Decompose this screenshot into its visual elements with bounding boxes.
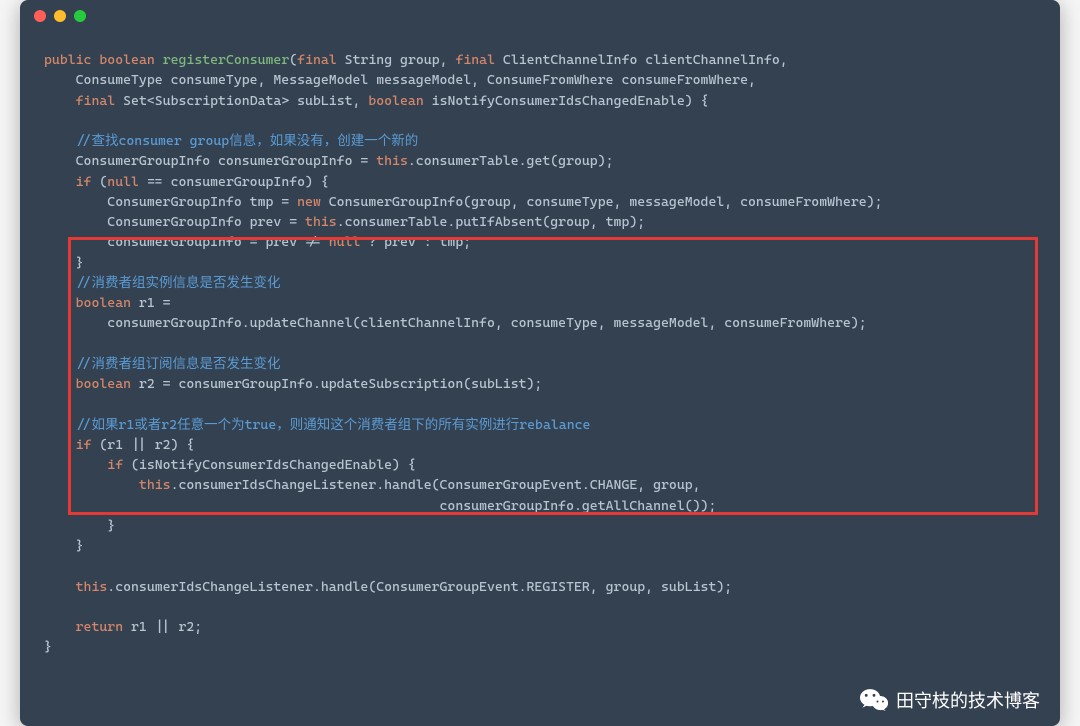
maximize-icon[interactable] xyxy=(74,10,86,22)
close-icon[interactable] xyxy=(34,10,46,22)
type-string: String xyxy=(345,52,392,68)
keyword-return: return xyxy=(76,619,123,635)
keyword-boolean: boolean xyxy=(368,93,423,109)
code-text: ConsumerGroupInfo prev = xyxy=(107,214,305,230)
method-name: registerConsumer xyxy=(163,52,290,68)
code-text: .consumerTable.putIfAbsent(group, tmp); xyxy=(337,214,646,230)
keyword-if: if xyxy=(76,174,92,190)
keyword-this: this xyxy=(139,477,171,493)
code-text: .consumerIdsChangeListener.handle(Consum… xyxy=(107,579,732,595)
code-text: r2 = consumerGroupInfo.updateSubscriptio… xyxy=(131,376,542,392)
code-text: consumerGroupInfo.updateChannel(clientCh… xyxy=(107,315,866,331)
keyword-null: null xyxy=(329,234,361,250)
code-content: public boolean registerConsumer(final St… xyxy=(20,32,1060,726)
keyword-if: if xyxy=(107,457,123,473)
keyword-if: if xyxy=(76,437,92,453)
code-text: (isNotifyConsumerIdsChangedEnable) { xyxy=(123,457,416,473)
code-text: } xyxy=(107,518,115,534)
code-text: } xyxy=(76,255,84,271)
code-text: } xyxy=(76,538,84,554)
keyword-final: final xyxy=(455,52,495,68)
keyword-final: final xyxy=(297,52,337,68)
code-text: ? prev : tmp; xyxy=(360,234,471,250)
comment: //如果r1或者r2任意一个为true，则通知这个消费者组下的所有实例进行reb… xyxy=(76,417,591,433)
code-text: group, xyxy=(400,52,447,68)
comment: //查找consumer group信息，如果没有，创建一个新的 xyxy=(76,133,419,149)
wechat-icon xyxy=(860,686,888,714)
code-text: } xyxy=(44,639,52,655)
code-text: (r1 || r2) { xyxy=(91,437,194,453)
keyword-new: new xyxy=(297,194,321,210)
code-text: == consumerGroupInfo) { xyxy=(139,174,329,190)
comment: //消费者组订阅信息是否发生变化 xyxy=(76,356,281,372)
keyword-this: this xyxy=(376,153,408,169)
keyword-boolean: boolean xyxy=(99,52,154,68)
keyword-this: this xyxy=(76,579,108,595)
code-text: ConsumerGroupInfo tmp = xyxy=(107,194,297,210)
comment: //消费者组实例信息是否发生变化 xyxy=(76,275,281,291)
code-text: ( xyxy=(91,174,107,190)
keyword-boolean: boolean xyxy=(76,376,131,392)
code-text: r1 = xyxy=(131,295,171,311)
minimize-icon[interactable] xyxy=(54,10,66,22)
code-text: ClientChannelInfo clientChannelInfo, xyxy=(503,52,788,68)
watermark: 田守枝的技术博客 xyxy=(860,686,1040,714)
keyword-public: public xyxy=(44,52,91,68)
code-text: .consumerIdsChangeListener.handle(Consum… xyxy=(171,477,701,493)
keyword-this: this xyxy=(305,214,337,230)
keyword-null: null xyxy=(107,174,139,190)
code-text: ConsumerGroupInfo consumerGroupInfo = xyxy=(76,153,377,169)
code-text: consumerGroupInfo = prev != xyxy=(107,234,328,250)
code-text: ConsumeType consumeType, MessageModel me… xyxy=(76,72,756,88)
code-text: ( xyxy=(289,52,297,68)
keyword-final: final xyxy=(76,93,116,109)
code-window: public boolean registerConsumer(final St… xyxy=(20,0,1060,726)
code-text: consumerGroupInfo.getAllChannel()); xyxy=(440,498,717,514)
watermark-text: 田守枝的技术博客 xyxy=(896,687,1040,713)
code-text: .consumerTable.get(group); xyxy=(408,153,614,169)
code-text: isNotifyConsumerIdsChangedEnable) { xyxy=(432,93,709,109)
keyword-boolean: boolean xyxy=(76,295,131,311)
code-text: Set<SubscriptionData> subList, xyxy=(123,93,360,109)
code-text: r1 || r2; xyxy=(123,619,202,635)
titlebar xyxy=(20,0,1060,32)
code-text: ConsumerGroupInfo(group, consumeType, me… xyxy=(321,194,883,210)
